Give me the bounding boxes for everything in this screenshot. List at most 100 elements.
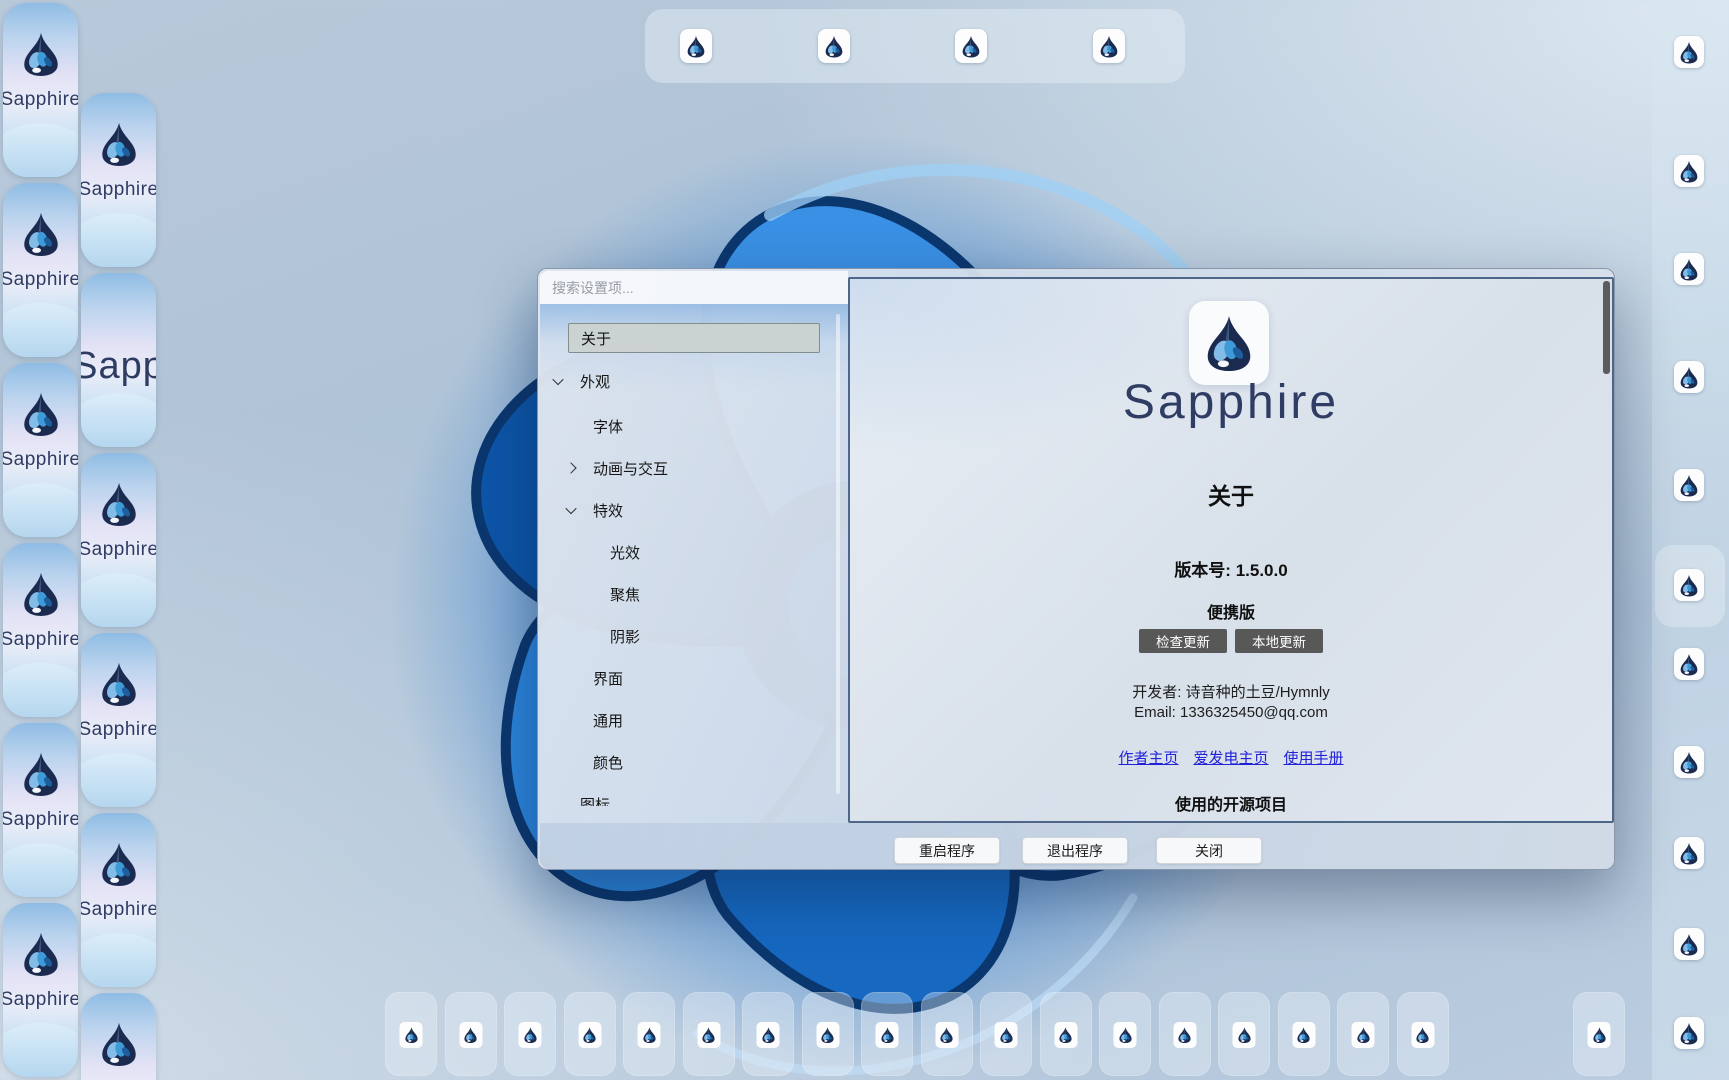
sapphire-dock-tile[interactable] (1337, 992, 1389, 1076)
author-homepage-link[interactable]: 作者主页 (1118, 747, 1178, 768)
sapphire-dock-tile[interactable] (385, 992, 437, 1076)
sapphire-dock-tile[interactable] (564, 992, 616, 1076)
sapphire-dock-icon (757, 1022, 780, 1048)
sapphire-dock-icon[interactable] (1093, 29, 1125, 63)
sapphire-drop-icon (1678, 474, 1700, 497)
desktop-tile[interactable]: Sapphire (81, 813, 156, 987)
restart-program-button[interactable]: 重启程序 (894, 837, 1000, 864)
sapphire-dock-tile[interactable] (1099, 992, 1151, 1076)
sapphire-dock-icon[interactable] (1674, 837, 1704, 869)
sapphire-dock-icon[interactable] (1674, 928, 1704, 960)
sapphire-dock-tile[interactable] (921, 992, 973, 1076)
desktop-tile[interactable]: Sapphire (81, 453, 156, 627)
sapphire-drop-icon (1296, 1026, 1312, 1044)
sapphire-drop-icon (820, 1026, 836, 1044)
sapphire-dock-icon[interactable] (1674, 36, 1704, 68)
sapphire-dock-icon (459, 1022, 482, 1048)
desktop-tile[interactable]: Sapphire (81, 993, 156, 1080)
sapphire-dock-icon (697, 1022, 720, 1048)
tile-wave (3, 483, 78, 537)
desktop-tile[interactable]: Sapphire (3, 3, 78, 177)
sapphire-drop-icon (97, 661, 141, 707)
sapphire-drop-icon (1678, 41, 1700, 64)
sapphire-drop-icon (1678, 160, 1700, 183)
desktop-tile[interactable]: Sapphire (81, 93, 156, 267)
sapphire-drop-icon (641, 1026, 657, 1044)
sapphire-dock-icon (1233, 1022, 1256, 1048)
sapphire-dock-icon[interactable] (818, 29, 850, 63)
sapphire-dock-tile[interactable] (623, 992, 675, 1076)
tile-label: Sapphire (3, 629, 78, 651)
sidebar-item-icons[interactable]: 图标 (540, 790, 848, 806)
desktop-tile[interactable]: Sapphire (3, 183, 78, 357)
sapphire-dock-icon[interactable] (1674, 361, 1704, 393)
sapphire-dock-tile[interactable] (802, 992, 854, 1076)
sapphire-dock-tile[interactable] (1397, 992, 1449, 1076)
sapphire-dock-icon (1352, 1022, 1375, 1048)
sapphire-dock-icon[interactable] (1674, 746, 1704, 778)
sapphire-dock-icon[interactable] (1674, 569, 1704, 601)
sapphire-dock-tile[interactable] (1573, 992, 1625, 1076)
check-update-button[interactable]: 检查更新 (1139, 629, 1227, 653)
tile-label-partial: Sapp (81, 345, 156, 388)
sidebar-item-shadow[interactable]: 阴影 (540, 622, 848, 650)
sapphire-dock-tile[interactable] (1218, 992, 1270, 1076)
sapphire-dock-tile[interactable] (683, 992, 735, 1076)
sapphire-dock-icon[interactable] (1674, 1017, 1704, 1049)
sidebar-item-label: 聚焦 (610, 584, 640, 605)
sidebar-item-label: 界面 (593, 668, 623, 689)
sidebar-item-appearance[interactable]: 外观 (540, 367, 848, 395)
sidebar-item-animation[interactable]: 动画与交互 (540, 454, 848, 482)
sidebar-scrollbar[interactable] (836, 314, 840, 794)
chevron-down-icon[interactable] (552, 374, 563, 385)
tile-label: Sapphire (3, 989, 78, 1011)
sapphire-dock-icon[interactable] (1674, 253, 1704, 285)
sidebar-item-label: 动画与交互 (593, 458, 668, 479)
sidebar-item-general[interactable]: 通用 (540, 706, 848, 734)
panel-scrollbar-thumb[interactable] (1603, 281, 1610, 374)
sidebar-item-effects[interactable]: 特效 (540, 496, 848, 524)
sidebar-item-about[interactable]: 关于 (568, 323, 820, 353)
about-content: Sapphire 关于 版本号: 1.5.0.0 便携版 检查更新 本地更新 开… (850, 279, 1612, 821)
desktop-tile[interactable]: Sapphire (3, 903, 78, 1077)
sidebar-item-focus[interactable]: 聚焦 (540, 580, 848, 608)
chevron-down-icon[interactable] (565, 503, 576, 514)
sapphire-dock-icon[interactable] (1674, 648, 1704, 680)
sidebar-item-interface[interactable]: 界面 (540, 664, 848, 692)
tile-wave (81, 933, 156, 987)
desktop-tile[interactable]: Sapphire (3, 543, 78, 717)
sidebar-item-light-effects[interactable]: 光效 (540, 538, 848, 566)
user-manual-link[interactable]: 使用手册 (1284, 747, 1344, 768)
close-button[interactable]: 关闭 (1156, 837, 1262, 864)
sapphire-dock-tile[interactable] (1040, 992, 1092, 1076)
sapphire-dock-icon (519, 1022, 542, 1048)
afdian-homepage-link[interactable]: 爱发电主页 (1193, 747, 1268, 768)
desktop-tile[interactable]: Sapphire (81, 633, 156, 807)
sapphire-dock-tile[interactable] (1159, 992, 1211, 1076)
sapphire-drop-icon (19, 211, 63, 257)
sapphire-dock-icon[interactable] (680, 29, 712, 63)
sapphire-dock-tile[interactable] (445, 992, 497, 1076)
sidebar-item-colors[interactable]: 颜色 (540, 748, 848, 776)
local-update-button[interactable]: 本地更新 (1235, 629, 1323, 653)
sapphire-dock-tile[interactable] (504, 992, 556, 1076)
sapphire-drop-icon (1678, 751, 1700, 774)
sapphire-dock-tile[interactable] (1278, 992, 1330, 1076)
desktop-tile-zoomed[interactable]: Sapp (81, 273, 156, 447)
sapphire-logo-card (1189, 301, 1269, 385)
search-input[interactable] (540, 271, 848, 304)
settings-sidebar: 关于 外观 字体 动画与交互 特效 光效 聚焦 阴影 界面 通用 (540, 304, 848, 806)
desktop-tile[interactable]: Sapphire (3, 723, 78, 897)
sapphire-dock-icon[interactable] (1674, 155, 1704, 187)
desktop-tile[interactable]: Sapphire (3, 363, 78, 537)
sapphire-dock-tile[interactable] (742, 992, 794, 1076)
sapphire-dock-tile[interactable] (861, 992, 913, 1076)
sapphire-dock-tile[interactable] (980, 992, 1032, 1076)
exit-program-button[interactable]: 退出程序 (1022, 837, 1128, 864)
sapphire-drop-icon (685, 35, 707, 58)
sidebar-item-font[interactable]: 字体 (540, 412, 848, 440)
sapphire-dock-icon[interactable] (1674, 469, 1704, 501)
sapphire-dock-icon[interactable] (955, 29, 987, 63)
chevron-right-icon[interactable] (565, 462, 576, 473)
developer-info: 开发者: 诗音种的土豆/Hymnly Email: 1336325450@qq.… (850, 683, 1612, 724)
